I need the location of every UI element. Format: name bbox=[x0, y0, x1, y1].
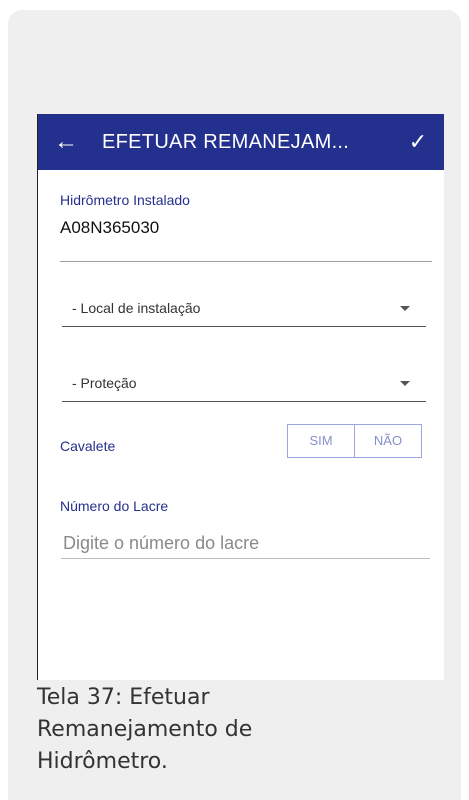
cavalete-nao-button[interactable]: NÃO bbox=[354, 425, 421, 457]
lacre-input[interactable] bbox=[61, 528, 430, 559]
hidrometro-divider bbox=[60, 261, 432, 262]
protecao-value: - Proteção bbox=[72, 375, 137, 391]
hidrometro-label: Hidrômetro Instalado bbox=[60, 192, 190, 208]
app-bar: ← EFETUAR REMANEJAM... ✓ bbox=[38, 114, 444, 170]
lacre-label: Número do Lacre bbox=[60, 498, 169, 514]
confirm-check-icon[interactable]: ✓ bbox=[392, 129, 444, 155]
app-bar-title: EFETUAR REMANEJAM... bbox=[102, 130, 350, 153]
cavalete-label: Cavalete bbox=[60, 438, 116, 454]
local-instalacao-value: - Local de instalação bbox=[72, 300, 201, 316]
dropdown-arrow-icon bbox=[400, 381, 410, 386]
back-arrow-icon[interactable]: ← bbox=[38, 114, 94, 170]
local-instalacao-select[interactable]: - Local de instalação bbox=[62, 286, 426, 327]
protecao-select[interactable]: - Proteção bbox=[62, 361, 426, 402]
phone-screen: ← EFETUAR REMANEJAM... ✓ Hidrômetro Inst… bbox=[37, 114, 444, 680]
hidrometro-value: A08N365030 bbox=[60, 218, 160, 237]
cavalete-sim-button[interactable]: SIM bbox=[288, 425, 354, 457]
figure-caption: Tela 37: Efetuar Remanejamento de Hidrôm… bbox=[37, 685, 253, 774]
dropdown-arrow-icon bbox=[400, 306, 410, 311]
cavalete-toggle: SIM NÃO bbox=[287, 424, 422, 458]
